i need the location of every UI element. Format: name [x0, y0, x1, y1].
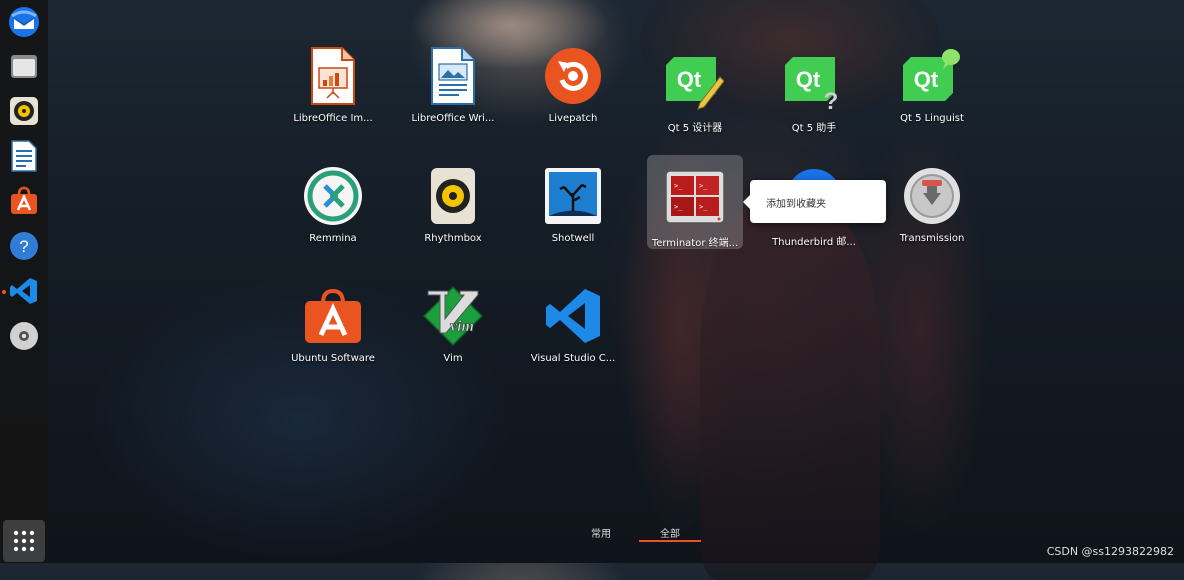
grid-icon [13, 530, 35, 552]
remmina-icon [304, 167, 362, 225]
show-applications-button[interactable] [3, 520, 45, 562]
app-label: LibreOffice Im... [293, 113, 373, 124]
app-vim[interactable]: vim Vim [398, 284, 508, 364]
dock-item-writer[interactable] [6, 138, 42, 174]
shotwell-icon [545, 168, 601, 224]
libreoffice-impress-icon [311, 47, 355, 105]
ubuntu-software-icon [305, 288, 361, 343]
dvd-icon [10, 322, 38, 350]
libreoffice-writer-icon [11, 140, 37, 172]
transmission-icon [904, 168, 960, 224]
dock-item-vscode[interactable] [6, 273, 42, 309]
svg-text:>_: >_ [674, 182, 683, 190]
svg-text:>_: >_ [674, 203, 683, 211]
qt-assistant-icon: Qt ? [785, 57, 839, 111]
terminator-icon: >_ >_ >_ >_ [665, 170, 725, 224]
app-label: Qt 5 设计器 [667, 123, 723, 134]
dock-item-files[interactable] [6, 48, 42, 84]
qt-linguist-icon: Qt [903, 49, 960, 101]
help-icon: ? [10, 232, 38, 260]
svg-text:Qt: Qt [914, 67, 939, 92]
app-remmina[interactable]: Remmina [278, 164, 388, 244]
context-menu-arrow [743, 195, 750, 209]
app-label: Rhythmbox [424, 233, 482, 244]
app-transmission[interactable]: Transmission [877, 164, 987, 244]
tab-all[interactable]: 全部 [654, 525, 686, 540]
tab-frequent[interactable]: 常用 [585, 525, 617, 540]
app-label: Transmission [899, 233, 965, 244]
app-label: Terminator 终端... [651, 238, 739, 249]
app-qt-linguist[interactable]: Qt Qt 5 Linguist [877, 44, 987, 124]
wallpaper-character [700, 200, 880, 580]
vscode-icon [546, 289, 600, 343]
qt-designer-icon: Qt [666, 57, 724, 110]
dock-item-ubuntu-software[interactable] [6, 183, 42, 219]
app-label: LibreOffice Wri... [411, 113, 495, 124]
rhythmbox-icon [10, 97, 38, 125]
app-shotwell[interactable]: Shotwell [518, 164, 628, 244]
app-ubuntu-software[interactable]: Ubuntu Software [278, 284, 388, 364]
thunderbird-icon [9, 7, 39, 37]
app-label: Shotwell [551, 233, 595, 244]
tab-active-indicator [639, 540, 701, 542]
watermark: CSDN @ss1293822982 [1046, 545, 1174, 558]
app-label: Ubuntu Software [291, 353, 375, 364]
libreoffice-writer-icon [431, 47, 475, 105]
app-label: Vim [443, 353, 463, 364]
app-label: Visual Studio C... [530, 353, 616, 364]
app-label: Thunderbird 邮... [772, 237, 856, 248]
livepatch-icon [545, 48, 601, 104]
svg-text:Qt: Qt [796, 67, 821, 92]
ubuntu-software-icon [11, 186, 37, 214]
app-qt-designer[interactable]: Qt Qt 5 设计器 [640, 50, 750, 134]
app-libreoffice-impress[interactable]: LibreOffice Im... [278, 44, 388, 124]
svg-text:?: ? [824, 88, 839, 111]
dock-item-thunderbird[interactable] [6, 4, 42, 40]
app-terminator[interactable]: >_ >_ >_ >_ Terminator 终端... [647, 155, 743, 249]
context-menu: 添加到收藏夹 [743, 180, 886, 223]
dock-item-rhythmbox[interactable] [6, 93, 42, 129]
svg-text:vim: vim [450, 318, 474, 335]
app-libreoffice-writer[interactable]: LibreOffice Wri... [398, 44, 508, 124]
dock: ? [0, 0, 48, 563]
app-label: Qt 5 Linguist [900, 113, 964, 124]
svg-text:Qt: Qt [677, 67, 702, 92]
rhythmbox-icon [431, 168, 475, 224]
vscode-icon [10, 278, 37, 304]
app-livepatch[interactable]: Livepatch [518, 44, 628, 124]
add-to-favorites-menu-item[interactable]: 添加到收藏夹 [766, 195, 826, 210]
files-icon [11, 55, 37, 78]
app-label: Qt 5 助手 [791, 123, 837, 134]
app-vscode[interactable]: Visual Studio C... [518, 284, 628, 364]
dock-item-help[interactable]: ? [6, 228, 42, 264]
dock-item-dvd[interactable] [6, 318, 42, 354]
app-label: Remmina [309, 233, 357, 244]
svg-text:>_: >_ [699, 182, 708, 190]
app-label: Livepatch [548, 113, 598, 124]
svg-text:?: ? [19, 237, 28, 256]
app-rhythmbox[interactable]: Rhythmbox [398, 164, 508, 244]
vim-icon: vim [422, 285, 484, 347]
app-qt-assistant[interactable]: Qt ? Qt 5 助手 [759, 50, 869, 134]
svg-text:>_: >_ [699, 203, 708, 211]
